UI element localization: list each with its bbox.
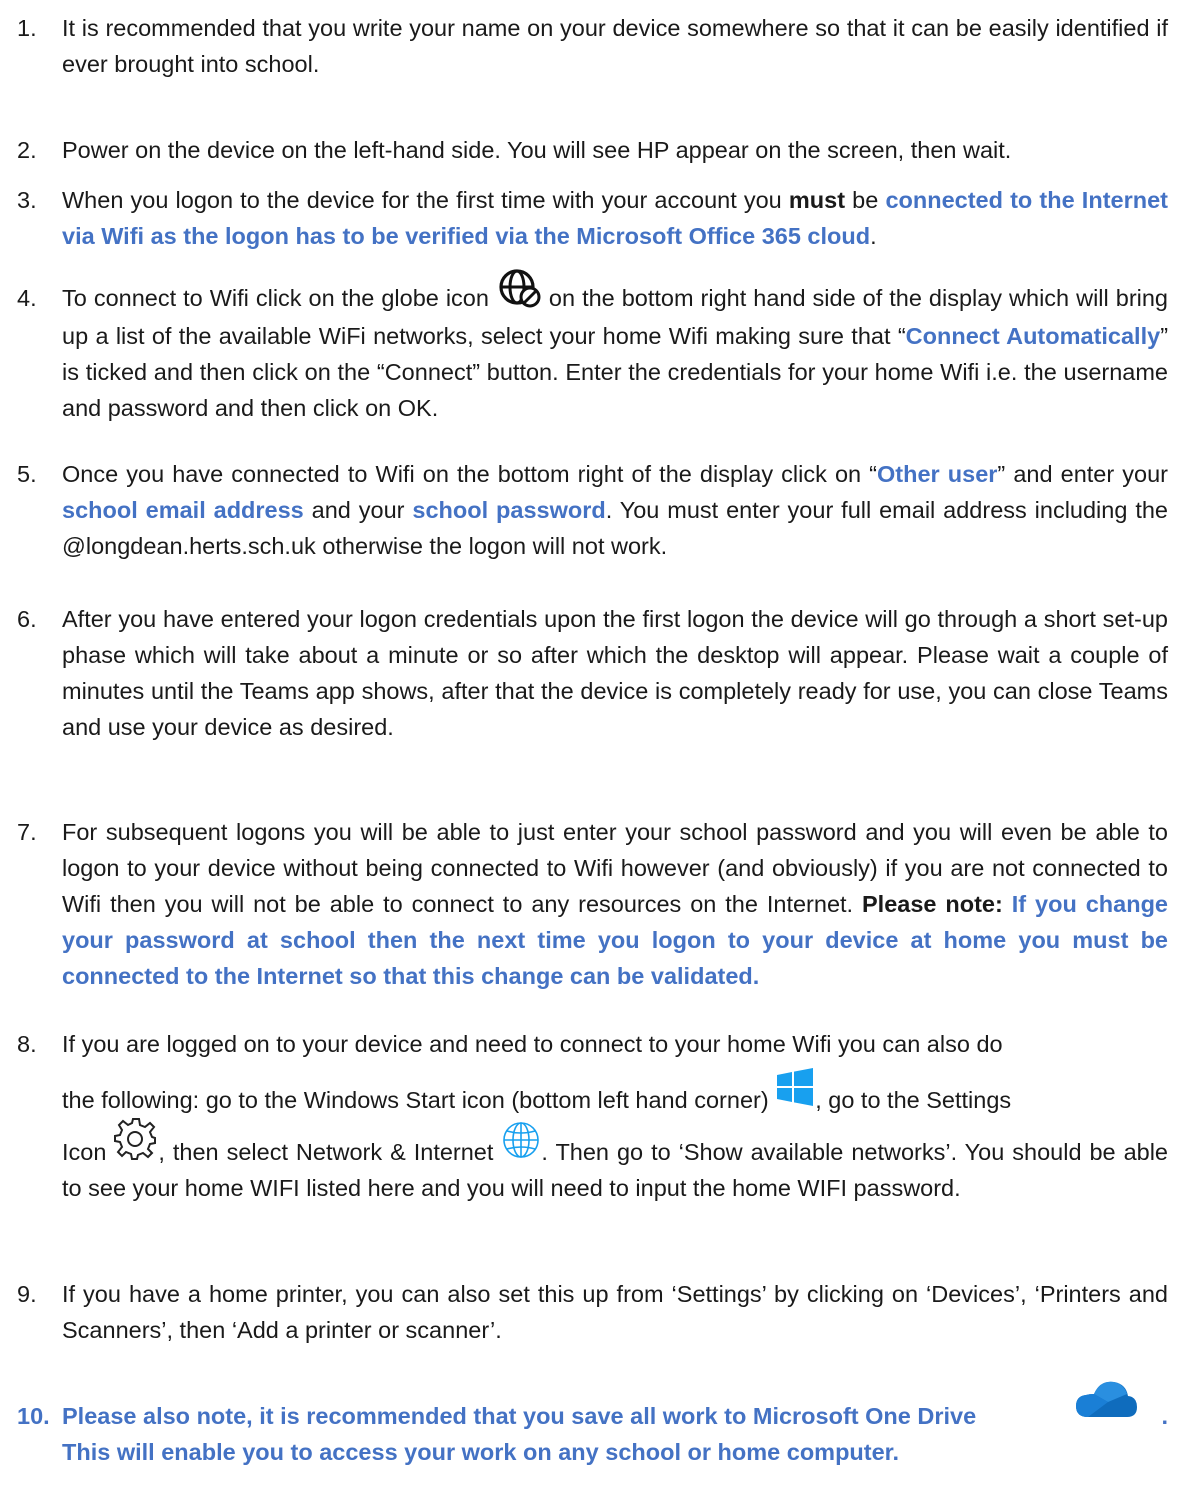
- text-run: Please also note, it is recommended that…: [62, 1403, 977, 1429]
- highlight-text: school email address: [62, 497, 304, 523]
- onedrive-cloud-icon: [1074, 1374, 1138, 1432]
- item-text: For subsequent logons you will be able t…: [62, 814, 1168, 994]
- item-number: 2.: [17, 137, 37, 163]
- item-number: 10.: [17, 1403, 50, 1429]
- item-number: 4.: [17, 285, 37, 311]
- text-run: , then select Network & Internet: [158, 1139, 502, 1165]
- item-number: 6.: [17, 606, 37, 632]
- network-globe-icon: [501, 1120, 541, 1170]
- item-text: If you are logged on to your device and …: [62, 1026, 1168, 1206]
- item-text: It is recommended that you write your na…: [62, 15, 1168, 77]
- item-number: 8.: [17, 1031, 37, 1057]
- text-line: If you are logged on to your device and …: [62, 1031, 1003, 1057]
- highlight-text: school password: [412, 497, 606, 523]
- text-line: Icon , then select Network & Internet . …: [62, 1117, 1168, 1206]
- settings-gear-icon: [114, 1116, 158, 1170]
- item-text: Once you have connected to Wifi on the b…: [62, 456, 1168, 564]
- text-run: .: [870, 223, 877, 249]
- text-run: When you logon to the device for the fir…: [62, 187, 789, 213]
- text-line: This will enable you to access your work…: [62, 1439, 900, 1465]
- item-text: After you have entered your logon creden…: [62, 606, 1168, 740]
- text-line: the following: go to the Windows Start i…: [62, 1067, 1168, 1118]
- item-text: When you logon to the device for the fir…: [62, 182, 1168, 254]
- item-text: To connect to Wifi click on the globe ic…: [62, 269, 1168, 426]
- text-run: Once you have connected to Wifi on the b…: [62, 461, 878, 487]
- item-text: Please also note, it is recommended that…: [62, 1381, 1168, 1470]
- note-label: Please note:: [862, 891, 1003, 917]
- highlight-text: Other user: [877, 461, 998, 487]
- text-run: ” and enter your: [997, 461, 1169, 487]
- item-number: 1.: [17, 15, 37, 41]
- text-line: Please also note, it is recommended that…: [62, 1381, 1168, 1434]
- text-run: be: [845, 187, 886, 213]
- globe-wifi-icon: [496, 268, 542, 318]
- emphasis-must: must: [788, 187, 846, 213]
- item-text: Power on the device on the left-hand sid…: [62, 137, 1012, 163]
- text-run: and your: [303, 497, 413, 523]
- text-run: .: [1161, 1403, 1168, 1429]
- item-text: If you have a home printer, you can also…: [62, 1281, 1168, 1343]
- text-run: To connect to Wifi click on the globe ic…: [62, 285, 496, 311]
- highlight-text: Connect Automatically: [905, 322, 1161, 349]
- document-page: 1. It is recommended that you write your…: [0, 0, 1180, 1490]
- item-number: 9.: [17, 1281, 37, 1307]
- text-run: Icon: [62, 1139, 115, 1165]
- text-run: , go to the Settings: [815, 1087, 1012, 1113]
- item-number: 7.: [17, 819, 37, 845]
- item-number: 5.: [17, 461, 37, 487]
- item-number: 3.: [17, 187, 37, 213]
- text-run: the following: go to the Windows Start i…: [62, 1087, 776, 1113]
- windows-start-icon: [775, 1067, 815, 1117]
